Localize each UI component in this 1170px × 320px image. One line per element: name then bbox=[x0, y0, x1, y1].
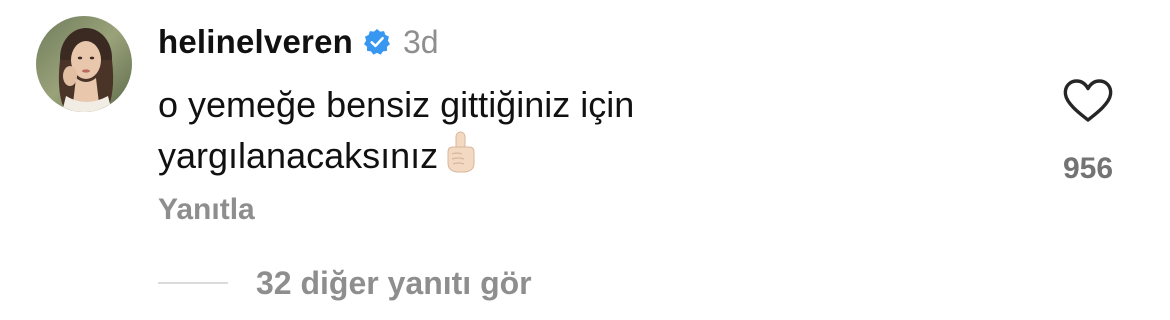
comment-text-line1: o yemeğe bensiz gittiğiniz için bbox=[158, 84, 635, 125]
reply-button[interactable]: Yanıtla bbox=[158, 193, 255, 227]
avatar[interactable] bbox=[36, 16, 132, 112]
like-count: 956 bbox=[1062, 152, 1114, 185]
heart-outline-icon[interactable] bbox=[1062, 78, 1114, 124]
view-replies-label: 32 diğer yanıtı gör bbox=[256, 264, 532, 301]
comment-time: 3d bbox=[403, 23, 439, 60]
like-section: 956 bbox=[1056, 78, 1120, 186]
username[interactable]: helinelveren bbox=[158, 23, 353, 61]
view-replies-button[interactable]: 32 diğer yanıtı gör bbox=[158, 258, 532, 308]
replies-divider-line bbox=[158, 282, 228, 284]
comment-header: helinelveren 3d bbox=[158, 20, 439, 64]
comment-text: o yemeğe bensiz gittiğiniz için yargılan… bbox=[158, 80, 978, 187]
avatar-image bbox=[36, 16, 132, 112]
comment-text-line2: yargılanacaksınız bbox=[158, 135, 439, 176]
pointing-up-finger-emoji-icon bbox=[442, 130, 480, 187]
comment-item: helinelveren 3d o yemeğe bensiz gittiğin… bbox=[0, 0, 1170, 320]
verified-badge-icon bbox=[363, 28, 391, 56]
